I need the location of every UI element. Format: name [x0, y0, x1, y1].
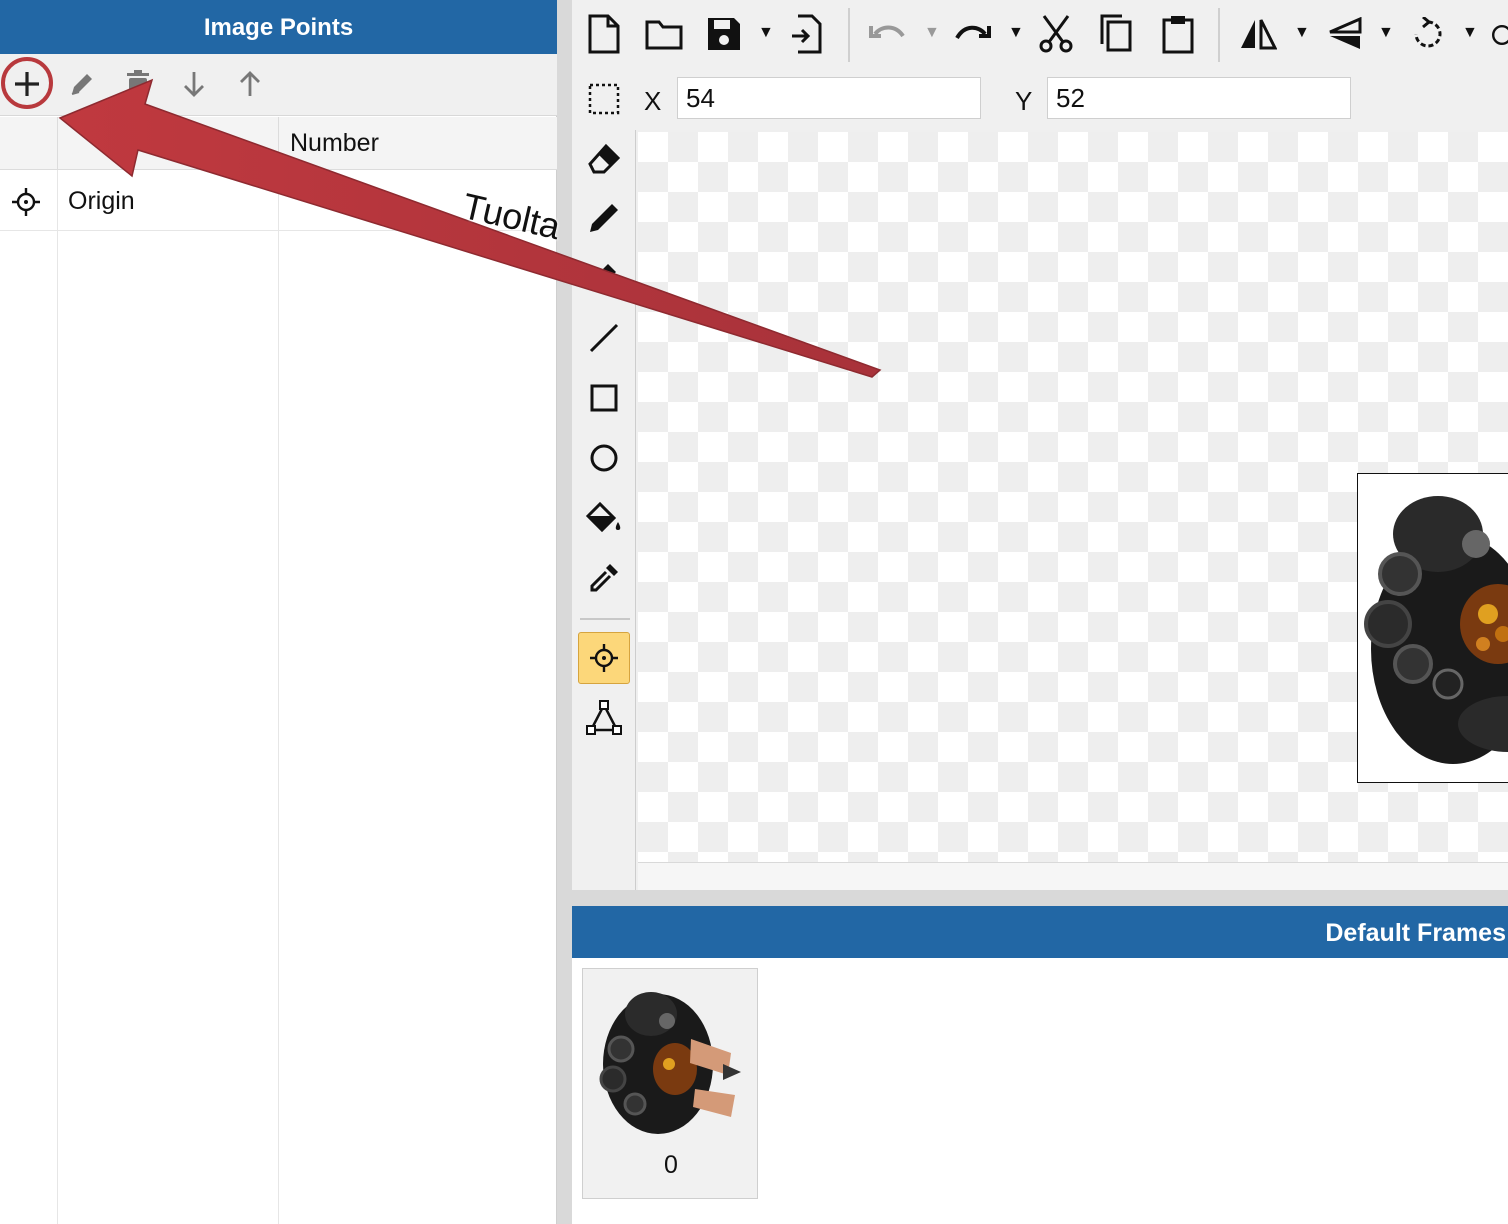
move-up-icon	[240, 71, 260, 96]
y-label: Y	[1015, 86, 1033, 116]
rectangle-icon	[590, 384, 618, 412]
move-down-button[interactable]	[172, 62, 216, 106]
coordinates-bar: X Y	[572, 68, 1508, 130]
panel-splitter[interactable]	[557, 0, 572, 1224]
crosshair-icon	[10, 186, 42, 223]
image-point-icon	[590, 644, 618, 672]
open-folder-icon[interactable]	[644, 14, 684, 54]
add-icon	[15, 72, 39, 96]
fill-bucket-icon	[585, 501, 621, 533]
selection-icon[interactable]	[586, 81, 622, 117]
frames-panel-title: Default Frames	[572, 906, 1508, 958]
line-icon	[589, 323, 619, 353]
fill-tool[interactable]	[578, 492, 630, 544]
move-down-icon	[184, 72, 204, 97]
redo-dropdown-caret[interactable]: ▼	[1008, 24, 1024, 42]
edit-icon	[71, 74, 92, 95]
rectangle-tool[interactable]	[578, 372, 630, 424]
redo-icon[interactable]	[952, 16, 992, 52]
pencil-tool[interactable]	[578, 192, 630, 244]
panel-title: Image Points	[0, 0, 557, 54]
image-editor: ▼ ▼ ▼ ▼ ▼ ▼ X 54 Y 52 Default Frames 0	[572, 0, 1508, 1224]
image-points-toolbar	[0, 54, 557, 116]
frame-image	[599, 992, 741, 1134]
cut-icon[interactable]	[1036, 12, 1076, 56]
edit-point-button[interactable]	[60, 62, 104, 106]
line-tool[interactable]	[578, 312, 630, 364]
copy-icon[interactable]	[1096, 12, 1136, 56]
undo-icon[interactable]	[868, 16, 908, 52]
frame-label: 0	[664, 1151, 678, 1179]
image-point-tool[interactable]	[578, 632, 630, 684]
rotate-icon[interactable]	[1408, 14, 1448, 54]
flip-horizontal-caret[interactable]: ▼	[1294, 24, 1310, 42]
toolbar-separator	[1218, 8, 1220, 62]
app-window: { "left_panel": { "title": "Image Points…	[0, 0, 1508, 1224]
brush-tool[interactable]	[578, 252, 630, 304]
grid-line	[57, 170, 58, 1224]
eyedropper-icon	[590, 564, 618, 592]
image-canvas[interactable]	[638, 132, 1508, 862]
paste-icon[interactable]	[1158, 12, 1198, 56]
new-file-icon[interactable]	[584, 12, 624, 56]
eraser-icon	[588, 143, 621, 174]
editor-toolbar: ▼ ▼ ▼ ▼ ▼ ▼	[572, 0, 1508, 68]
tool-separator	[580, 618, 630, 620]
delete-icon	[127, 70, 149, 97]
ellipse-icon	[590, 444, 618, 472]
pencil-icon	[590, 204, 618, 232]
column-separator	[57, 117, 58, 170]
more-tool-icon[interactable]	[1490, 18, 1508, 52]
y-coordinate-input[interactable]	[1047, 77, 1351, 119]
move-up-button[interactable]	[228, 62, 272, 106]
eraser-tool[interactable]	[578, 132, 630, 184]
polygon-icon	[586, 700, 622, 735]
export-icon[interactable]	[786, 12, 826, 56]
save-icon[interactable]	[704, 14, 744, 54]
toolbar-separator	[848, 8, 850, 62]
table-header: Number	[0, 117, 557, 170]
x-label: X	[644, 86, 662, 116]
ellipse-tool[interactable]	[578, 432, 630, 484]
polygon-tool[interactable]	[578, 692, 630, 744]
save-dropdown-caret[interactable]: ▼	[758, 24, 774, 42]
undo-dropdown-caret[interactable]: ▼	[924, 24, 940, 42]
add-point-button[interactable]	[5, 62, 49, 106]
column-header-number[interactable]: Number	[290, 117, 379, 170]
point-name: Origin	[68, 187, 135, 215]
flip-vertical-caret[interactable]: ▼	[1378, 24, 1394, 42]
horizontal-scrollbar[interactable]	[638, 862, 1508, 890]
frame-thumbnail[interactable]: 0	[582, 968, 758, 1199]
column-separator	[278, 117, 279, 170]
brush-icon	[596, 264, 616, 284]
delete-point-button[interactable]	[116, 62, 160, 106]
rotate-caret[interactable]: ▼	[1462, 24, 1478, 42]
sprite-image[interactable]	[1357, 473, 1508, 783]
flip-horizontal-icon[interactable]	[1238, 14, 1278, 54]
eyedropper-tool[interactable]	[578, 552, 630, 604]
flip-vertical-icon[interactable]	[1324, 14, 1364, 54]
frames-panel: 0	[572, 958, 1508, 1224]
tool-palette	[572, 130, 636, 890]
grid-line	[278, 170, 279, 1224]
panel-splitter-horizontal[interactable]	[572, 890, 1508, 906]
x-coordinate-input[interactable]	[677, 77, 981, 119]
image-points-panel: Image Points Number Origin	[0, 0, 557, 1224]
